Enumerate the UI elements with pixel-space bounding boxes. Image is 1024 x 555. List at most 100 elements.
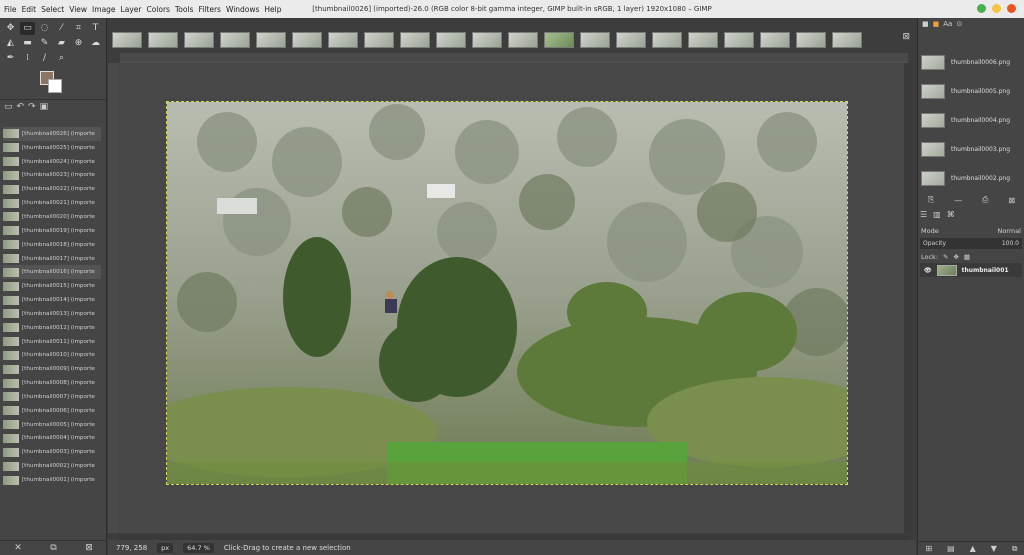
- image-tab[interactable]: [256, 32, 286, 48]
- image-tab[interactable]: [652, 32, 682, 48]
- image-tab[interactable]: [796, 32, 826, 48]
- image-tab[interactable]: [508, 32, 538, 48]
- channels-tab-icon[interactable]: ▥: [933, 210, 941, 222]
- list-item[interactable]: [thumbnail0021] (importe: [3, 196, 101, 210]
- menu-windows[interactable]: Windows: [226, 5, 259, 14]
- menu-layer[interactable]: Layer: [121, 5, 142, 14]
- image-tab[interactable]: [616, 32, 646, 48]
- fuzzy-select-tool-icon[interactable]: ⁄: [54, 22, 69, 35]
- background-color[interactable]: [48, 79, 62, 93]
- image-tab[interactable]: [148, 32, 178, 48]
- raise-layer-icon[interactable]: ▲: [970, 544, 976, 553]
- pattern-tab-icon[interactable]: ■: [933, 20, 940, 28]
- lock-pixels-icon[interactable]: ✎: [943, 253, 948, 261]
- menu-edit[interactable]: Edit: [22, 5, 37, 14]
- menu-filters[interactable]: Filters: [198, 5, 220, 14]
- image-tab[interactable]: [724, 32, 754, 48]
- image-tab[interactable]: [328, 32, 358, 48]
- list-item[interactable]: [thumbnail0001] (importe: [3, 473, 101, 487]
- lock-position-icon[interactable]: ✥: [953, 253, 958, 261]
- clone-tool-icon[interactable]: ⊕: [71, 37, 86, 50]
- lower-layer-icon[interactable]: ▼: [991, 544, 997, 553]
- zoom-select[interactable]: 64.7 %: [183, 542, 214, 553]
- measure-tool-icon[interactable]: ∕: [37, 52, 52, 65]
- delete-image-icon[interactable]: ⊠: [85, 543, 93, 553]
- list-item[interactable]: [thumbnail0007] (importe: [3, 390, 101, 404]
- bucket-tool-icon[interactable]: ◭: [3, 37, 18, 50]
- menu-select[interactable]: Select: [41, 5, 64, 14]
- list-item[interactable]: [thumbnail0016] (importe: [3, 265, 101, 280]
- print-icon[interactable]: ⎙: [982, 195, 988, 205]
- vertical-scrollbar[interactable]: [904, 63, 912, 533]
- list-item[interactable]: [thumbnail0019] (importe: [3, 224, 101, 238]
- list-item[interactable]: [thumbnail0005] (importe: [3, 418, 101, 432]
- close-tab-icon[interactable]: ⊠: [902, 32, 910, 42]
- menu-tools[interactable]: Tools: [175, 5, 193, 14]
- image-tab[interactable]: [544, 32, 574, 48]
- zoom-tool-icon[interactable]: ⌕: [54, 52, 69, 65]
- path-tool-icon[interactable]: ✒: [3, 52, 18, 65]
- text-tool-icon[interactable]: T: [88, 22, 103, 35]
- device-status-tab-icon[interactable]: ▭: [4, 102, 13, 112]
- paths-tab-icon[interactable]: ⌘: [947, 210, 955, 222]
- clear-history-icon[interactable]: ⊠: [1008, 196, 1015, 205]
- image-tab[interactable]: [220, 32, 250, 48]
- smudge-tool-icon[interactable]: ☁: [88, 37, 103, 50]
- open-file-icon[interactable]: ⎘: [928, 195, 934, 205]
- crop-tool-icon[interactable]: ⌗: [71, 22, 86, 35]
- image-tab[interactable]: [832, 32, 862, 48]
- list-item[interactable]: [thumbnail0006] (importe: [3, 404, 101, 418]
- list-item[interactable]: [thumbnail0025] (importe: [3, 141, 101, 155]
- list-item[interactable]: [thumbnail0011] (importe: [3, 335, 101, 349]
- eraser-tool-icon[interactable]: ▰: [54, 37, 69, 50]
- list-item[interactable]: [thumbnail0013] (importe: [3, 307, 101, 321]
- list-item[interactable]: thumbnail0002.png: [921, 164, 1019, 193]
- remove-entry-icon[interactable]: —: [954, 196, 962, 205]
- close-image-icon[interactable]: ✕: [14, 543, 22, 553]
- paintbrush-tool-icon[interactable]: ✎: [37, 37, 52, 50]
- list-item[interactable]: thumbnail0006.png: [921, 48, 1019, 77]
- image-tab[interactable]: [400, 32, 430, 48]
- list-item[interactable]: thumbnail0004.png: [921, 106, 1019, 135]
- color-swatches[interactable]: [36, 69, 106, 99]
- redo-tab-icon[interactable]: ↷: [28, 102, 36, 112]
- list-item[interactable]: [thumbnail0026] (importe: [3, 127, 101, 141]
- image-tab[interactable]: [688, 32, 718, 48]
- menu-colors[interactable]: Colors: [146, 5, 170, 14]
- image-tab[interactable]: [760, 32, 790, 48]
- image-tab[interactable]: [112, 32, 142, 48]
- list-item[interactable]: [thumbnail0002] (importe: [3, 459, 101, 473]
- menu-file[interactable]: File: [4, 5, 17, 14]
- list-item[interactable]: [thumbnail0008] (importe: [3, 376, 101, 390]
- gradient-tool-icon[interactable]: ▬: [20, 37, 35, 50]
- opacity-slider[interactable]: Opacity 100.0: [920, 238, 1022, 249]
- image-tab[interactable]: [292, 32, 322, 48]
- list-item[interactable]: thumbnail0005.png: [921, 77, 1019, 106]
- pick-color-icon[interactable]: ⁞: [20, 52, 35, 65]
- list-item[interactable]: [thumbnail0004] (importe: [3, 432, 101, 446]
- brush-tab-icon[interactable]: ■: [922, 20, 929, 28]
- duplicate-layer-icon[interactable]: ⧉: [1012, 544, 1018, 554]
- menu-view[interactable]: View: [69, 5, 87, 14]
- canvas-image[interactable]: [166, 101, 848, 485]
- list-item[interactable]: [thumbnail0015] (importe: [3, 279, 101, 293]
- minimize-button[interactable]: [977, 4, 986, 13]
- list-item[interactable]: [thumbnail0003] (importe: [3, 445, 101, 459]
- new-layer-icon[interactable]: ⊞: [925, 544, 932, 553]
- image-tab[interactable]: [436, 32, 466, 48]
- list-item[interactable]: [thumbnail0009] (importe: [3, 362, 101, 376]
- lasso-tool-icon[interactable]: ◌: [37, 22, 52, 35]
- unit-select[interactable]: px: [157, 542, 174, 553]
- image-tab[interactable]: [184, 32, 214, 48]
- move-tool-icon[interactable]: ✥: [3, 22, 18, 35]
- images-tab-icon[interactable]: ▣: [40, 102, 49, 112]
- font-tab-icon[interactable]: Aa: [943, 20, 952, 28]
- visibility-eye-icon[interactable]: 👁: [924, 267, 932, 274]
- new-view-icon[interactable]: ⧉: [50, 543, 56, 553]
- menu-help[interactable]: Help: [264, 5, 281, 14]
- maximize-button[interactable]: [992, 4, 1001, 13]
- opacity-value[interactable]: 100.0: [1002, 240, 1019, 247]
- rect-select-tool-icon[interactable]: ▭: [20, 22, 35, 35]
- list-item[interactable]: thumbnail0003.png: [921, 135, 1019, 164]
- image-tab[interactable]: [364, 32, 394, 48]
